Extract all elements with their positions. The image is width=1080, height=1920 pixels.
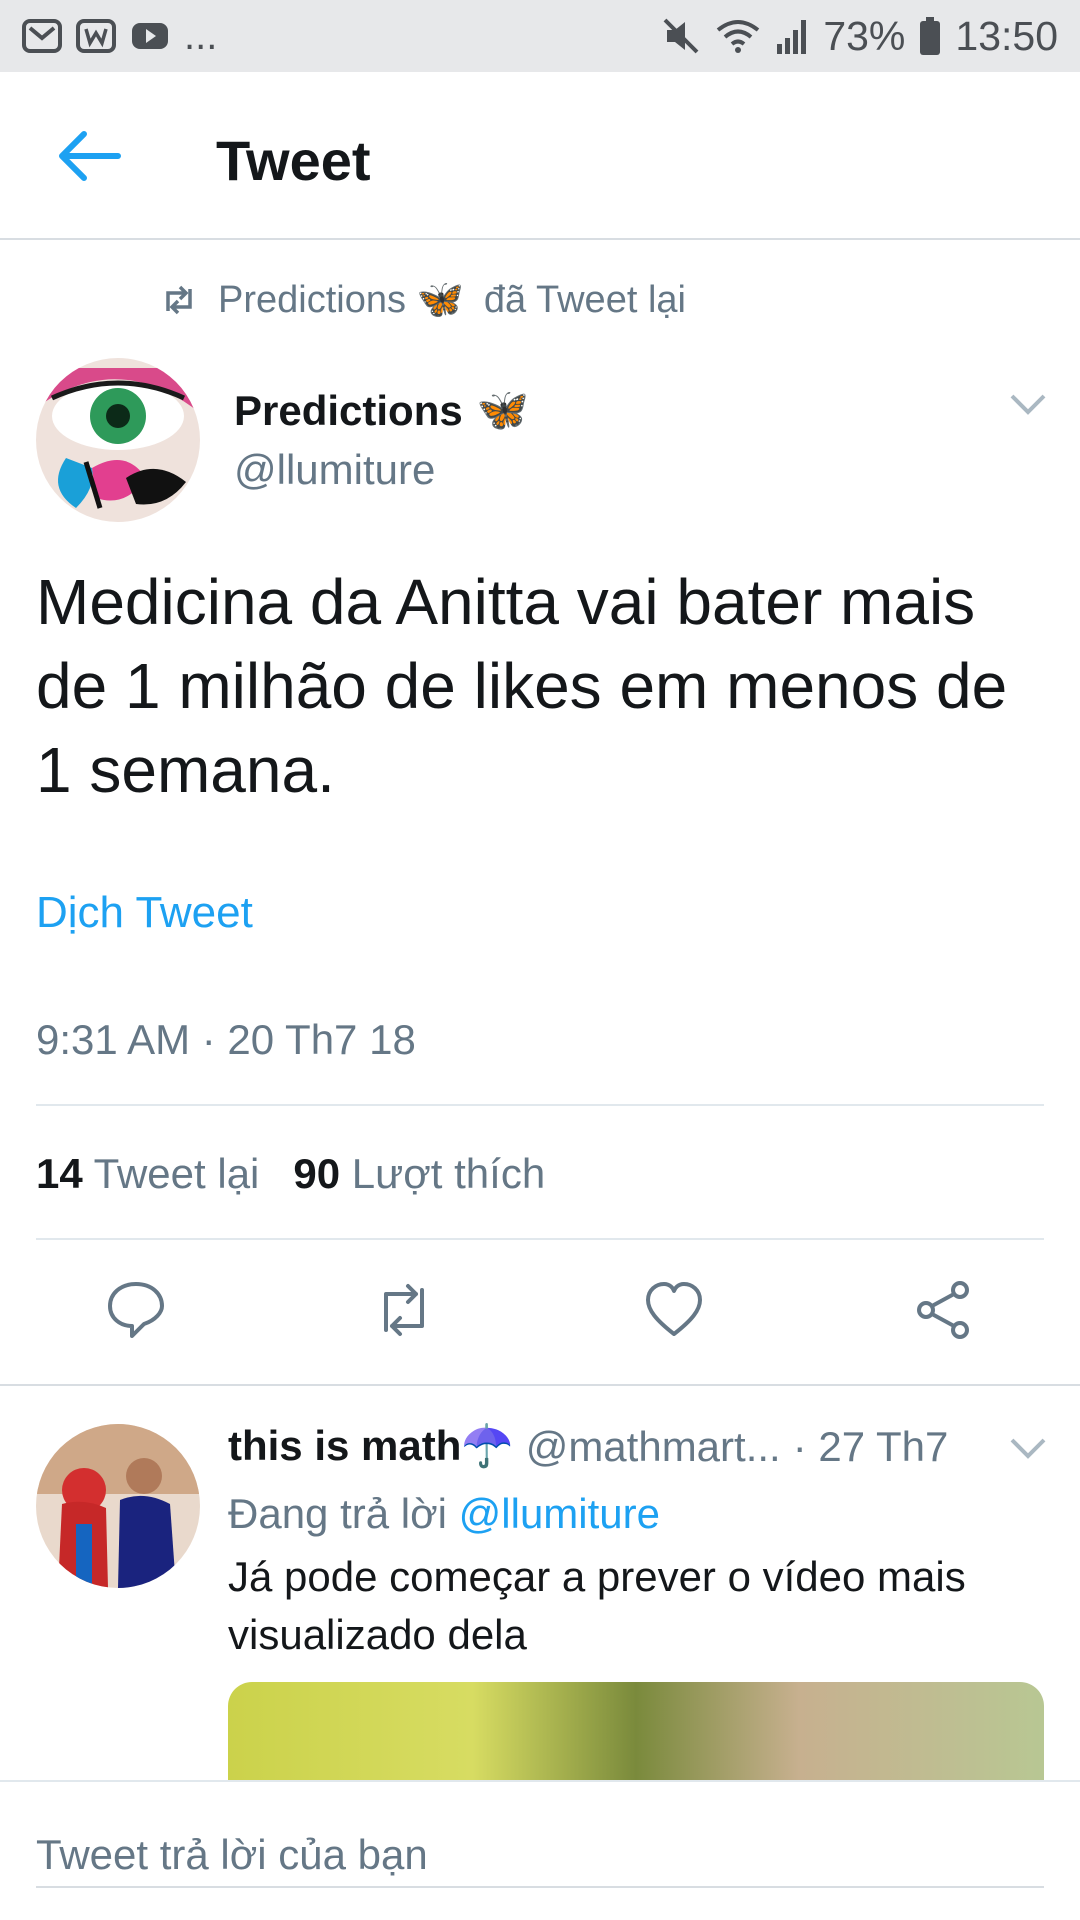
tweet-text: Medicina da Anitta vai bater mais de 1 m… [36,566,1008,806]
reply-media-image[interactable] [228,1682,1044,1780]
butterfly-emoji: 🦋 [476,386,530,433]
author-name-text: Predictions [234,386,463,434]
share-icon[interactable] [912,1278,976,1342]
clock: 13:50 [955,12,1058,59]
battery-percent: 73% [823,12,906,59]
status-left: ... [22,14,217,59]
author-display-name[interactable]: Predictions 🦋 [234,386,529,435]
status-more: ... [184,13,218,58]
compose-bar [0,1780,1080,1920]
retweet-count: 14 [36,1150,83,1197]
wifi-icon [717,20,760,53]
mail-icon [22,19,62,53]
app-w-icon [76,19,116,53]
reply-time: · 27 Th7 [792,1422,949,1470]
reply-input[interactable] [36,1824,1044,1888]
reply-author-handle[interactable]: @mathmart... [526,1423,781,1471]
retweeter-name: Predictions 🦋 [218,279,464,321]
divider [36,1238,1044,1240]
avatar[interactable] [36,358,200,522]
top-app-bar: Tweet [0,72,1080,240]
tweet-stats: 14 Tweet lại 90 Lượt thích [36,1150,545,1198]
retweet-context[interactable]: Predictions 🦋 đã Tweet lại [160,278,686,322]
author-handle[interactable]: @llumiture [234,446,435,494]
chevron-down-icon[interactable] [1008,392,1048,418]
translate-tweet-link[interactable]: Dịch Tweet [36,888,253,938]
replying-to-mention[interactable]: @llumiture [459,1490,660,1537]
battery-icon [920,17,941,55]
reply-text: Já pode começar a prever o vídeo mais vi… [228,1553,966,1658]
like-icon[interactable] [642,1278,706,1342]
like-count: 90 [293,1150,341,1197]
retweet-stat[interactable]: 14 Tweet lại [36,1150,259,1198]
retweet-stat-label: Tweet lại [93,1150,260,1197]
reply-author-name[interactable]: this is math☂️ [228,1422,514,1471]
retweet-context-text: đã Tweet lại [483,278,686,321]
replying-to-prefix: Đang trả lời [228,1490,447,1537]
reply-icon[interactable] [104,1278,168,1342]
reply-avatar[interactable] [36,1424,200,1588]
section-divider [0,1384,1080,1386]
tweet-timestamp: 9:31 AM · 20 Th7 18 [36,1016,416,1063]
mute-icon [663,18,699,54]
like-stat-label: Lượt thích [351,1150,546,1197]
signal-icon [777,20,807,54]
like-stat[interactable]: 90 Lượt thích [293,1150,545,1198]
tweet-action-bar [0,1272,1080,1352]
eye-butterfly-avatar-image [36,358,200,522]
status-right: 73% 13:50 [661,13,1058,60]
retweet-small-icon [166,285,192,315]
back-arrow-icon[interactable] [54,128,124,184]
status-bar: ... 73% 13:50 [0,0,1080,72]
youtube-icon [132,23,168,49]
reply-header: this is math☂️ @mathmart... · 27 Th7 [228,1422,948,1471]
reply-avatar-image [36,1424,200,1588]
page-title: Tweet [216,129,371,192]
replying-to-line: Đang trả lời @llumiture [228,1490,660,1538]
divider [36,1104,1044,1106]
reply-chevron-down-icon[interactable] [1008,1436,1048,1462]
retweet-icon[interactable] [372,1278,436,1342]
